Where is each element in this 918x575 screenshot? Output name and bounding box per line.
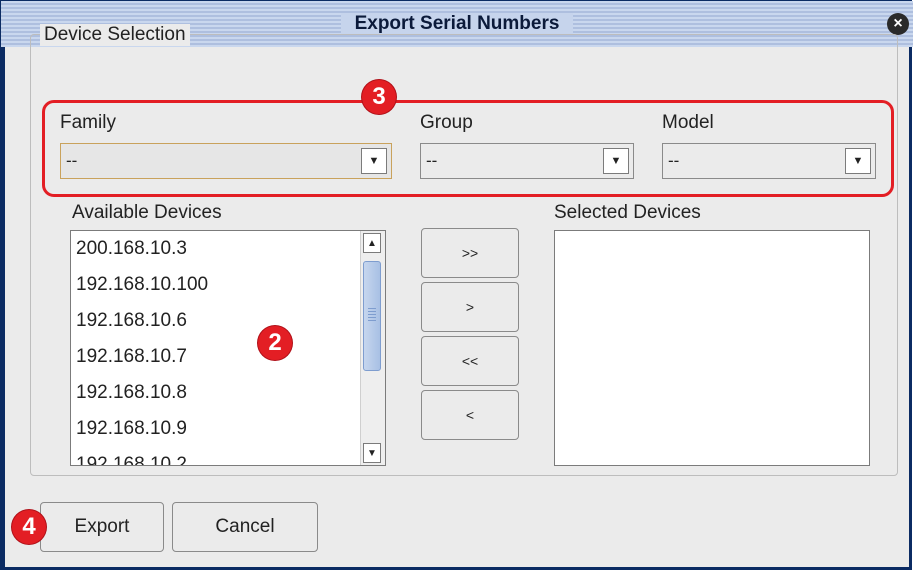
selected-devices-label: Selected Devices — [554, 202, 701, 223]
scroll-down-icon[interactable]: ▼ — [363, 443, 381, 463]
list-item[interactable]: 192.168.10.9 — [71, 411, 385, 447]
remove-button[interactable]: < — [421, 390, 519, 440]
scroll-up-icon[interactable]: ▲ — [363, 233, 381, 253]
list-item[interactable]: 192.168.10.100 — [71, 267, 385, 303]
close-icon[interactable]: × — [887, 13, 909, 35]
available-devices-label: Available Devices — [72, 202, 222, 223]
add-all-button[interactable]: >> — [421, 228, 519, 278]
available-devices-list[interactable]: 200.168.10.3 192.168.10.100 192.168.10.6… — [70, 230, 386, 466]
dialog-title-text: Export Serial Numbers — [340, 13, 574, 34]
callout-highlight-box — [42, 100, 894, 197]
list-item[interactable]: 192.168.10.7 — [71, 339, 385, 375]
grip-icon — [368, 308, 376, 322]
list-item[interactable]: 192.168.10.8 — [71, 375, 385, 411]
list-item[interactable]: 192.168.10.6 — [71, 303, 385, 339]
callout-badge-2: 2 — [258, 326, 292, 360]
vertical-scrollbar[interactable]: ▲ ▼ — [360, 231, 385, 465]
callout-badge-4: 4 — [12, 510, 46, 544]
selected-devices-list[interactable] — [554, 230, 870, 466]
callout-badge-3: 3 — [362, 80, 396, 114]
scrollbar-thumb[interactable] — [363, 261, 381, 371]
device-selection-legend: Device Selection — [40, 24, 190, 46]
add-button[interactable]: > — [421, 282, 519, 332]
list-item[interactable]: 192.168.10.2 — [71, 447, 385, 465]
cancel-button[interactable]: Cancel — [172, 502, 318, 552]
export-button[interactable]: Export — [40, 502, 164, 552]
remove-all-button[interactable]: << — [421, 336, 519, 386]
list-item[interactable]: 200.168.10.3 — [71, 231, 385, 267]
